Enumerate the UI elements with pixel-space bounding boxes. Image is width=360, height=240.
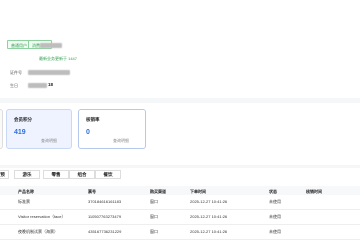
tab-rides[interactable]: 游乐	[14, 170, 40, 179]
birthday-label: 生日	[10, 83, 18, 88]
tab-dining[interactable]: 餐饮	[95, 170, 121, 179]
member-profile-card: 普通用户 消费用户 最新业务更新于 1447 证件号 生日 18	[0, 0, 360, 98]
order-time: 2025-12-27 10:41:26	[190, 199, 228, 204]
redacted-name	[40, 43, 62, 48]
stat-card-points: 会员积分 419 查询明细	[6, 109, 72, 149]
order-time: 2025-12-27 10:41:26	[190, 229, 228, 234]
orders-panel: 预 游乐 零售 组合 餐饮 产品名称 票号 购买渠道 下单时间 状态 核销时间 …	[0, 168, 360, 240]
ticket-number: 370184616161183	[88, 199, 122, 204]
stat-card-partial	[0, 109, 3, 149]
table-row: Visitor reservation（face） 11050776327347…	[0, 210, 360, 225]
ticket-number: 110507763273479	[88, 214, 122, 219]
purchase-channel: 窗口	[150, 199, 158, 204]
order-status: 未使用	[269, 214, 281, 219]
product-name: Visitor reservation（face）	[18, 214, 66, 219]
table-row: 夜晚机制试票（海票） 435167736231229 窗口 2025-12-27…	[0, 225, 360, 240]
redacted-id-number	[28, 70, 70, 75]
stat-detail-link[interactable]: 查询明细	[113, 138, 129, 144]
stat-value: 419	[14, 129, 26, 136]
tab-combo[interactable]: 组合	[69, 170, 95, 179]
order-time: 2025-12-27 10:41:26	[190, 214, 228, 219]
table-row: 标准票 370184616161183 窗口 2025-12-27 10:41:…	[0, 195, 360, 210]
update-note: 最新业务更新于 1447	[39, 56, 78, 61]
stat-title: 会员积分	[14, 117, 32, 122]
stat-value: 0	[86, 129, 90, 136]
stat-detail-link[interactable]: 查询明细	[41, 138, 57, 144]
product-name: 标准票	[18, 199, 30, 204]
stat-card-redemption-rate: 核销率 0 查询明细	[78, 109, 146, 149]
id-number-label: 证件号	[10, 70, 22, 75]
tab-reservation[interactable]: 预	[0, 170, 9, 179]
product-name: 夜晚机制试票（海票）	[18, 229, 58, 234]
purchase-channel: 窗口	[150, 229, 158, 234]
stat-title: 核销率	[86, 117, 100, 122]
tab-retail[interactable]: 零售	[43, 170, 69, 179]
ticket-number: 435167736231229	[88, 229, 122, 234]
order-status: 未使用	[269, 229, 281, 234]
redacted-birthday	[28, 83, 47, 88]
order-status: 未使用	[269, 199, 281, 204]
stats-panel: 会员积分 419 查询明细 核销率 0 查询明细	[0, 103, 360, 165]
purchase-channel: 窗口	[150, 214, 158, 219]
birthday-value: 18	[48, 82, 54, 87]
